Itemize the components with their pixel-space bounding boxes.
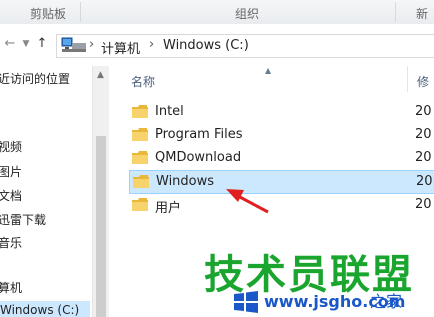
watermark-suffix: 之家 [370, 292, 403, 311]
windows-logo-icon [234, 291, 258, 313]
